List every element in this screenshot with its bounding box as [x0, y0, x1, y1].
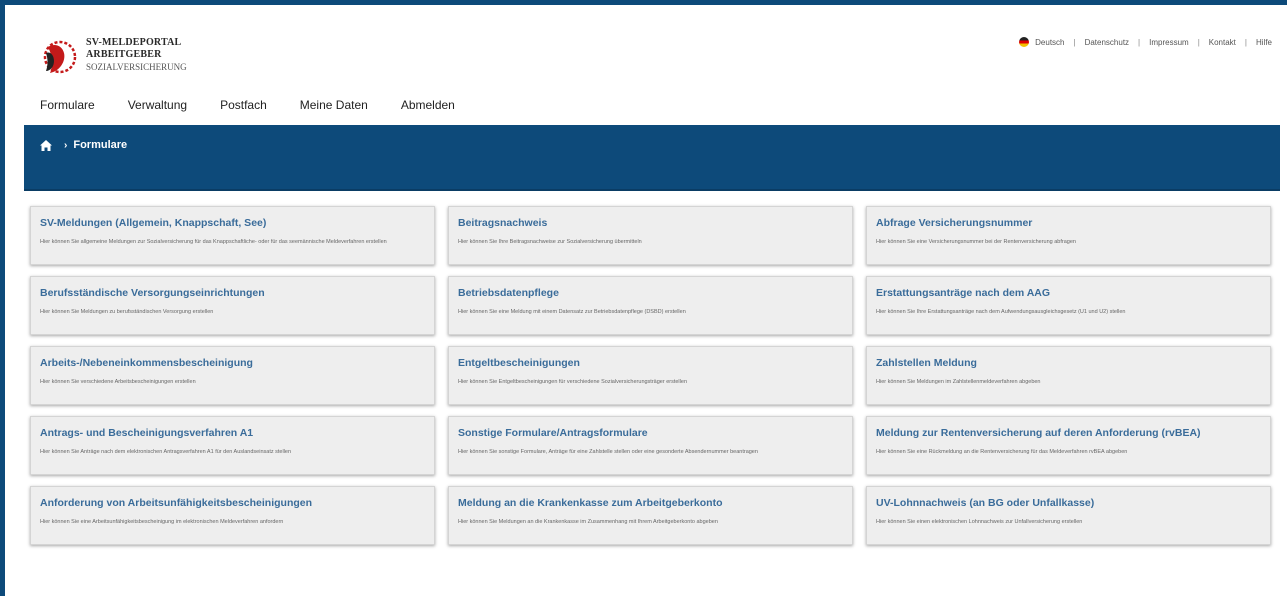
card-title: Berufsständische Versorgungseinrichtunge… — [40, 287, 265, 299]
logo-tagline: SOZIALVERSICHERUNG — [86, 62, 187, 72]
nav-item-postfach[interactable]: Postfach — [220, 98, 267, 112]
help-link[interactable]: Hilfe — [1256, 38, 1272, 47]
main-nav: Formulare Verwaltung Postfach Meine Date… — [40, 98, 488, 112]
logo-subtitle: ARBEITGEBER — [86, 49, 162, 60]
card-title: UV-Lohnnachweis (an BG oder Unfallkasse) — [876, 497, 1095, 509]
card-description: Hier können Sie Meldungen im Zahlstellen… — [876, 379, 1041, 385]
card-description: Hier können Sie eine Versicherungsnummer… — [876, 239, 1076, 245]
card-description: Hier können Sie verschiedene Arbeitsbesc… — [40, 379, 196, 385]
breadcrumb-current: Formulare — [73, 139, 128, 151]
card-au-bescheinigungen[interactable]: Anforderung von Arbeitsunfähigkeitsbesch… — [30, 486, 435, 545]
card-arbeitsbescheinigung[interactable]: Arbeits-/Nebeneinkommensbescheinigung Hi… — [30, 346, 435, 405]
card-description: Hier können Sie Meldungen zu berufsständ… — [40, 309, 214, 315]
logo[interactable]: SV-MELDEPORTAL ARBEITGEBER SOZIALVERSICH… — [40, 37, 187, 77]
card-description: Hier können Sie Anträge nach dem elektro… — [40, 449, 292, 455]
card-title: Entgeltbescheinigungen — [458, 357, 580, 369]
nav-item-abmelden[interactable]: Abmelden — [401, 98, 455, 112]
card-berufsstaendische-versorgung[interactable]: Berufsständische Versorgungseinrichtunge… — [30, 276, 435, 335]
breadcrumb-bar: › Formulare — [24, 125, 1280, 191]
card-description: Hier können Sie eine Meldung mit einem D… — [458, 309, 686, 315]
card-description: Hier können Sie Entgeltbescheinigungen f… — [458, 379, 687, 385]
card-description: Hier können Sie einen elektronischen Loh… — [876, 519, 1083, 525]
page: SV-MELDEPORTAL ARBEITGEBER SOZIALVERSICH… — [24, 5, 1280, 545]
nav-item-verwaltung[interactable]: Verwaltung — [128, 98, 187, 112]
window-frame-left — [0, 0, 5, 596]
card-entgeltbescheinigungen[interactable]: Entgeltbescheinigungen Hier können Sie E… — [448, 346, 853, 405]
imprint-link[interactable]: Impressum — [1149, 38, 1189, 47]
card-title: Arbeits-/Nebeneinkommensbescheinigung — [40, 357, 253, 369]
card-description: Hier können Sie allgemeine Meldungen zur… — [40, 239, 387, 245]
card-uv-lohnnachweis[interactable]: UV-Lohnnachweis (an BG oder Unfallkasse)… — [866, 486, 1271, 545]
card-description: Hier können Sie Meldungen an die Kranken… — [458, 519, 718, 525]
card-title: Meldung an die Krankenkasse zum Arbeitge… — [458, 497, 723, 509]
card-title: Zahlstellen Meldung — [876, 357, 977, 369]
card-betriebsdatenpflege[interactable]: Betriebsdatenpflege Hier können Sie eine… — [448, 276, 853, 335]
card-rvbea[interactable]: Meldung zur Rentenversicherung auf deren… — [866, 416, 1271, 475]
home-icon[interactable] — [40, 139, 52, 151]
card-title: Beitragsnachweis — [458, 217, 548, 229]
card-description: Hier können Sie Ihre Erstattungsanträge … — [876, 309, 1126, 315]
card-title: SV-Meldungen (Allgemein, Knappschaft, Se… — [40, 217, 267, 229]
privacy-link[interactable]: Datenschutz — [1085, 38, 1129, 47]
chevron-right-icon: › — [64, 139, 68, 151]
card-abfrage-versicherungsnummer[interactable]: Abfrage Versicherungsnummer Hier können … — [866, 206, 1271, 265]
card-arbeitgeberkonto[interactable]: Meldung an die Krankenkasse zum Arbeitge… — [448, 486, 853, 545]
card-description: Hier können Sie eine Arbeitsunfähigkeits… — [40, 519, 284, 525]
language-link[interactable]: Deutsch — [1035, 38, 1064, 47]
card-a1-verfahren[interactable]: Antrags- und Bescheinigungsverfahren A1 … — [30, 416, 435, 475]
logo-mark-icon — [40, 37, 78, 77]
top-links: Deutsch | Datenschutz | Impressum | Kont… — [1019, 37, 1272, 47]
card-title: Meldung zur Rentenversicherung auf deren… — [876, 427, 1201, 439]
separator: | — [1073, 37, 1076, 47]
header: SV-MELDEPORTAL ARBEITGEBER SOZIALVERSICH… — [24, 5, 1280, 125]
card-title: Anforderung von Arbeitsunfähigkeitsbesch… — [40, 497, 313, 509]
card-beitragsnachweis[interactable]: Beitragsnachweis Hier können Sie Ihre Be… — [448, 206, 853, 265]
card-description: Hier können Sie Ihre Beitragsnachweise z… — [458, 239, 642, 245]
contact-link[interactable]: Kontakt — [1209, 38, 1236, 47]
separator: | — [1244, 37, 1247, 47]
form-card-grid: SV-Meldungen (Allgemein, Knappschaft, Se… — [24, 206, 1280, 545]
separator: | — [1197, 37, 1200, 47]
nav-item-meine-daten[interactable]: Meine Daten — [300, 98, 368, 112]
card-title: Erstattungsanträge nach dem AAG — [876, 287, 1051, 299]
card-zahlstellen-meldung[interactable]: Zahlstellen Meldung Hier können Sie Meld… — [866, 346, 1271, 405]
logo-title: SV-MELDEPORTAL — [86, 37, 182, 48]
separator: | — [1138, 37, 1141, 47]
german-flag-icon — [1019, 37, 1030, 47]
nav-item-formulare[interactable]: Formulare — [40, 98, 95, 112]
card-description: Hier können Sie sonstige Formulare, Antr… — [458, 449, 758, 455]
card-title: Betriebsdatenpflege — [458, 287, 559, 299]
card-sonstige-formulare[interactable]: Sonstige Formulare/Antragsformulare Hier… — [448, 416, 853, 475]
card-erstattungsantraege-aag[interactable]: Erstattungsanträge nach dem AAG Hier kön… — [866, 276, 1271, 335]
card-title: Antrags- und Bescheinigungsverfahren A1 — [40, 427, 254, 439]
card-title: Sonstige Formulare/Antragsformulare — [458, 427, 648, 439]
card-description: Hier können Sie eine Rückmeldung an die … — [876, 449, 1128, 455]
breadcrumb: › Formulare — [40, 139, 127, 151]
card-title: Abfrage Versicherungsnummer — [876, 217, 1033, 229]
card-sv-meldungen[interactable]: SV-Meldungen (Allgemein, Knappschaft, Se… — [30, 206, 435, 265]
